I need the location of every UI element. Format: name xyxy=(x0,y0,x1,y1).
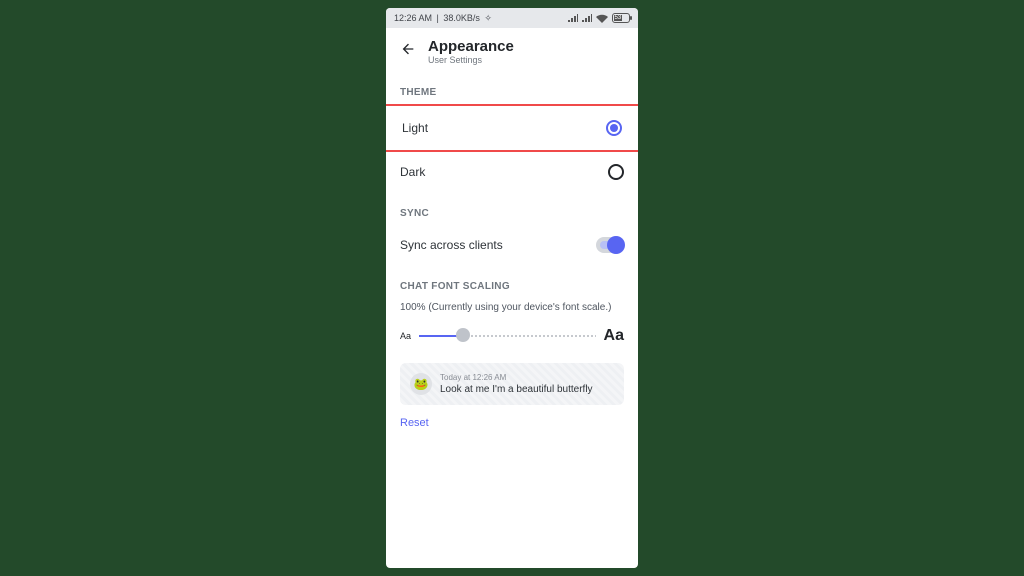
font-scale-slider[interactable] xyxy=(419,330,596,342)
theme-dark-label: Dark xyxy=(400,165,425,179)
sync-label: Sync across clients xyxy=(400,238,503,252)
section-sync-label: SYNC xyxy=(386,192,638,225)
sync-row[interactable]: Sync across clients xyxy=(386,225,638,265)
preview-timestamp: Today at 12:26 AM xyxy=(440,373,593,382)
chat-preview: 🐸 Today at 12:26 AM Look at me I'm a bea… xyxy=(400,363,624,405)
status-net-speed: 38.0KB/s xyxy=(443,13,480,23)
theme-light-label: Light xyxy=(402,121,428,135)
battery-icon: 53 xyxy=(612,13,630,23)
font-scale-info: 100% (Currently using your device's font… xyxy=(386,298,638,323)
wifi-icon xyxy=(596,14,608,23)
signal-icon-2 xyxy=(582,14,592,22)
font-slider-row: Aa Aa xyxy=(386,323,638,357)
battery-percent: 53 xyxy=(614,15,622,21)
sync-toggle[interactable] xyxy=(596,237,624,253)
radio-unselected-icon xyxy=(608,164,624,180)
mute-icon: ✧ xyxy=(482,13,492,24)
signal-icon-1 xyxy=(568,14,578,22)
page-subtitle: User Settings xyxy=(428,55,514,65)
reset-button[interactable]: Reset xyxy=(386,413,638,433)
theme-option-light[interactable]: Light xyxy=(386,104,638,152)
radio-selected-icon xyxy=(606,120,622,136)
section-font-label: CHAT FONT SCALING xyxy=(386,265,638,298)
status-time: 12:26 AM xyxy=(394,13,432,23)
phone-frame: 12:26 AM | 38.0KB/s ✧ 53 Appearance User… xyxy=(386,8,638,568)
preview-message: Look at me I'm a beautiful butterfly xyxy=(440,384,593,395)
font-marker-small: Aa xyxy=(400,331,411,341)
page-title: Appearance xyxy=(428,38,514,55)
slider-thumb[interactable] xyxy=(456,328,470,342)
font-marker-large: Aa xyxy=(604,327,624,345)
avatar: 🐸 xyxy=(410,373,432,395)
page-header: Appearance User Settings xyxy=(386,28,638,71)
status-bar: 12:26 AM | 38.0KB/s ✧ 53 xyxy=(386,8,638,28)
section-theme-label: THEME xyxy=(386,71,638,104)
back-button[interactable] xyxy=(400,41,416,62)
status-separator: | xyxy=(434,13,441,23)
theme-option-dark[interactable]: Dark xyxy=(386,152,638,192)
